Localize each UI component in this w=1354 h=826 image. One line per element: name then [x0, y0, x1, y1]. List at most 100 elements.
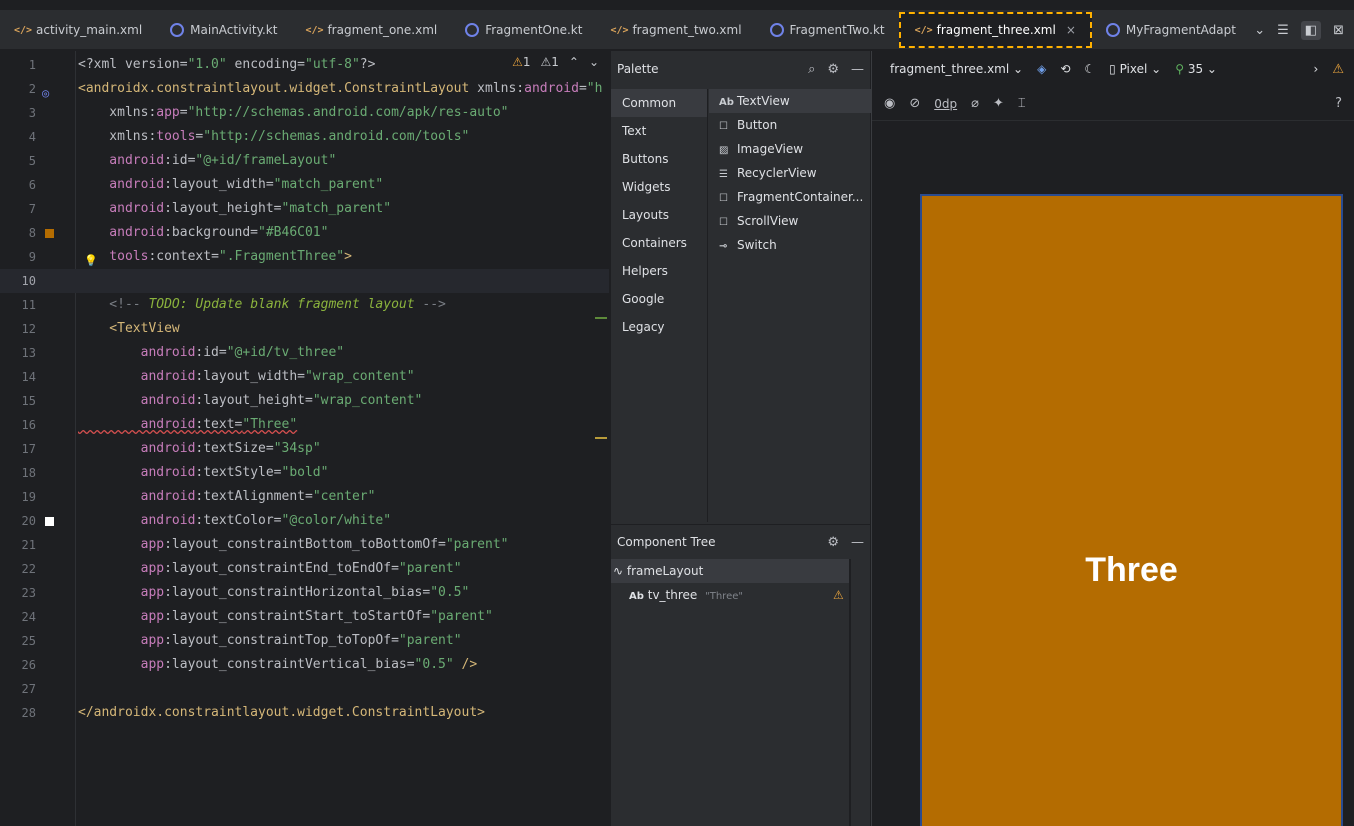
tree-node-tv-three[interactable]: Ab tv_three "Three" ⚠: [611, 583, 870, 607]
scroll-marker[interactable]: [595, 437, 607, 439]
minimize-icon[interactable]: —: [851, 62, 864, 77]
infer-constraints-icon[interactable]: ✦: [993, 96, 1004, 111]
tab-fragmenttwo-kt[interactable]: FragmentTwo.kt: [756, 10, 899, 50]
warning-count[interactable]: ⚠1: [512, 55, 530, 69]
code-line[interactable]: 2 <androidx.constraintlayout.widget.Const…: [0, 77, 609, 101]
code-line[interactable]: 25 app:layout_constraintTop_toTopOf="par…: [0, 629, 609, 653]
tab-fragment-three-xml[interactable]: </> fragment_three.xml ×: [898, 12, 1092, 48]
design-view-icon[interactable]: ⊠: [1333, 23, 1344, 38]
tree-node-hint: "Three": [705, 591, 743, 602]
color-swatch-icon[interactable]: [45, 517, 54, 526]
orientation-icon[interactable]: ⟲: [1060, 62, 1070, 76]
code-line[interactable]: 4 xmlns:tools="http://schemas.android.co…: [0, 125, 609, 149]
line-number: 21: [21, 538, 36, 552]
palette-category-containers[interactable]: Containers: [611, 229, 707, 257]
palette-header: Palette ⌕ ⚙ —: [611, 51, 870, 87]
code-line[interactable]: 6 android:layout_width="match_parent": [0, 173, 609, 197]
search-icon[interactable]: ⌕: [808, 62, 815, 77]
file-selector[interactable]: fragment_three.xml ⌄: [890, 62, 1023, 76]
code-line[interactable]: 5 android:id="@+id/frameLayout": [0, 149, 609, 173]
code-line[interactable]: 21 app:layout_constraintBottom_toBottomO…: [0, 533, 609, 557]
code-line[interactable]: 10: [0, 269, 609, 293]
api-selector[interactable]: ⚲ 35 ⌄: [1175, 62, 1217, 76]
tab-fragment-one-xml[interactable]: </> fragment_one.xml: [291, 10, 451, 50]
tab-activity-main-xml[interactable]: </> activity_main.xml: [0, 10, 156, 50]
code-line[interactable]: 8 android:background="#B46C01": [0, 221, 609, 245]
code-line[interactable]: 18 android:textStyle="bold": [0, 461, 609, 485]
device-preview[interactable]: Three: [920, 194, 1343, 826]
palette-category-common[interactable]: Common: [611, 89, 707, 117]
code-token: "0.5": [414, 657, 454, 672]
code-token: :layout_height=: [195, 393, 313, 408]
chevron-right-icon[interactable]: ›: [1314, 62, 1319, 76]
gear-icon[interactable]: ⚙: [827, 535, 839, 550]
palette-item-button[interactable]: ☐ Button: [709, 113, 871, 137]
code-line[interactable]: 27: [0, 677, 609, 701]
code-line[interactable]: 24 app:layout_constraintStart_toStartOf=…: [0, 605, 609, 629]
close-icon[interactable]: ×: [1066, 23, 1076, 37]
code-line[interactable]: 28 </androidx.constraintlayout.widget.Con…: [0, 701, 609, 725]
preview-textview[interactable]: Three: [922, 551, 1341, 590]
default-margin-button[interactable]: 0dp: [934, 97, 957, 111]
tab-myfragmentadapter-kt[interactable]: MyFragmentAdapt: [1092, 10, 1250, 50]
palette-category-helpers[interactable]: Helpers: [611, 257, 707, 285]
palette-item-imageview[interactable]: ▨ ImageView: [709, 137, 871, 161]
night-mode-icon[interactable]: ☾: [1084, 62, 1095, 76]
palette-category-layouts[interactable]: Layouts: [611, 201, 707, 229]
tab-fragmentone-kt[interactable]: FragmentOne.kt: [451, 10, 596, 50]
device-selector[interactable]: ▯ Pixel ⌄: [1109, 62, 1161, 76]
inspection-widget[interactable]: ⚠1 ⚠1 ⌃ ⌄: [512, 55, 599, 69]
next-highlight-icon[interactable]: ⌄: [589, 55, 599, 69]
palette-item-fragmentcontainer[interactable]: ☐ FragmentContainer...: [709, 185, 871, 209]
code-line[interactable]: 11 <!-- TODO: Update blank fragment layo…: [0, 293, 609, 317]
palette-category-legacy[interactable]: Legacy: [611, 313, 707, 341]
palette-category-widgets[interactable]: Widgets: [611, 173, 707, 201]
code-line[interactable]: 14 android:layout_width="wrap_content": [0, 365, 609, 389]
palette-category-text[interactable]: Text: [611, 117, 707, 145]
warning-icon[interactable]: ⚠: [1332, 62, 1344, 77]
prev-highlight-icon[interactable]: ⌃: [569, 55, 579, 69]
chevron-down-icon[interactable]: ⌄: [1254, 23, 1265, 38]
help-icon[interactable]: ?: [1335, 96, 1342, 111]
palette-item-switch[interactable]: ⊸ Switch: [709, 233, 871, 257]
weak-warning-count[interactable]: ⚠1: [540, 55, 558, 69]
palette-item-recyclerview[interactable]: ☰ RecyclerView: [709, 161, 871, 185]
tab-fragment-two-xml[interactable]: </> fragment_two.xml: [596, 10, 755, 50]
code-line[interactable]: 12 <TextView: [0, 317, 609, 341]
code-line[interactable]: 19 android:textAlignment="center": [0, 485, 609, 509]
code-editor[interactable]: 1 <?xml version="1.0" encoding="utf-8"?> 2…: [0, 51, 609, 826]
scroll-marker[interactable]: [595, 317, 607, 319]
palette-item-textview[interactable]: Ab TextView: [709, 89, 871, 113]
code-view-icon[interactable]: ☰: [1277, 23, 1289, 38]
code-line[interactable]: 17 android:textSize="34sp": [0, 437, 609, 461]
minimize-icon[interactable]: —: [851, 535, 864, 550]
layers-icon[interactable]: ◈: [1037, 62, 1046, 76]
code-line[interactable]: 7 android:layout_height="match_parent": [0, 197, 609, 221]
code-line[interactable]: 26 app:layout_constraintVertical_bias="0…: [0, 653, 609, 677]
code-line[interactable]: 20 android:textColor="@color/white": [0, 509, 609, 533]
code-line[interactable]: 9 tools:context=".FragmentThree"> 💡: [0, 245, 609, 269]
magnet-off-icon[interactable]: ⊘: [909, 96, 920, 111]
clear-constraints-icon[interactable]: ⌀: [971, 96, 979, 111]
tree-node-framelayout[interactable]: ∿ frameLayout: [611, 559, 849, 583]
code-line[interactable]: 13 android:id="@+id/tv_three": [0, 341, 609, 365]
code-token: <TextView: [78, 321, 180, 336]
split-view-icon[interactable]: ◧: [1300, 20, 1322, 40]
code-line[interactable]: 3 xmlns:app="http://schemas.android.com/…: [0, 101, 609, 125]
code-token: "http://schemas.android.com/tools": [203, 129, 470, 144]
code-token: </androidx.constraintlayout.widget.Const…: [78, 705, 485, 720]
code-line[interactable]: 23 app:layout_constraintHorizontal_bias=…: [0, 581, 609, 605]
palette-item-scrollview[interactable]: ☐ ScrollView: [709, 209, 871, 233]
gear-icon[interactable]: ⚙: [827, 62, 839, 77]
code-line[interactable]: 15 android:layout_height="wrap_content": [0, 389, 609, 413]
palette-category-buttons[interactable]: Buttons: [611, 145, 707, 173]
warning-icon[interactable]: ⚠: [833, 583, 844, 607]
eye-icon[interactable]: ◉: [884, 96, 895, 111]
palette-category-google[interactable]: Google: [611, 285, 707, 313]
code-line[interactable]: 16 android:text="Three": [0, 413, 609, 437]
color-swatch-icon[interactable]: [45, 229, 54, 238]
code-text: </androidx.constraintlayout.widget.Const…: [78, 701, 485, 725]
guidelines-icon[interactable]: ⌶: [1018, 96, 1026, 111]
tab-mainactivity-kt[interactable]: MainActivity.kt: [156, 10, 291, 50]
code-line[interactable]: 22 app:layout_constraintEnd_toEndOf="par…: [0, 557, 609, 581]
